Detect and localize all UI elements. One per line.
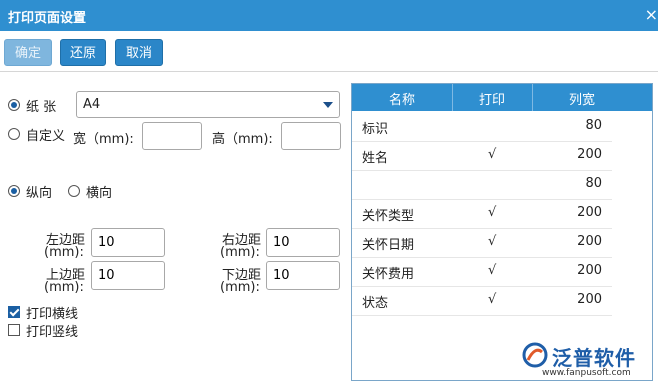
row-print: √ (488, 263, 497, 278)
height-input[interactable] (281, 122, 341, 150)
row-name: 状态 (362, 296, 389, 311)
header-width[interactable]: 列宽 (532, 89, 632, 108)
dialog-title: 打印页面设置 (8, 11, 87, 26)
brand-logo-icon (522, 342, 548, 368)
print-h-lines-checkbox[interactable] (8, 306, 20, 318)
portrait-radio[interactable] (8, 185, 20, 197)
restore-button[interactable]: 还原 (60, 39, 106, 66)
confirm-button[interactable]: 确定 (4, 39, 52, 66)
grid-row[interactable]: 关怀费用 √ 200 (352, 257, 612, 287)
grid-row[interactable]: 关怀日期 √ 200 (352, 228, 612, 258)
portrait-label: 纵向 (26, 186, 53, 201)
row-print: √ (488, 147, 497, 162)
print-v-lines-label: 打印竖线 (26, 325, 79, 340)
custom-size-label: 自定义 (26, 129, 66, 144)
row-name: 标识 (362, 122, 389, 137)
brand-url: www.fanpusoft.com (542, 368, 631, 378)
print-v-lines-checkbox[interactable] (8, 324, 20, 336)
row-print: √ (488, 205, 497, 220)
width-input[interactable] (142, 122, 202, 150)
row-print: √ (488, 234, 497, 249)
row-name: 关怀费用 (362, 267, 415, 282)
grid-header: 名称 打印 列宽 (352, 84, 652, 111)
landscape-radio[interactable] (68, 185, 80, 197)
row-name: 关怀日期 (362, 238, 415, 253)
left-margin-unit: (mm): (44, 245, 84, 260)
row-width: 80 (585, 176, 602, 191)
paper-size-label: 纸 张 (26, 100, 57, 115)
landscape-label: 横向 (86, 186, 113, 201)
paper-size-value: A4 (83, 97, 101, 112)
top-margin-input[interactable] (91, 261, 165, 290)
width-label: 宽（mm): (73, 132, 134, 147)
chevron-down-icon (323, 102, 333, 108)
row-name: 姓名 (362, 151, 389, 166)
row-name: 关怀类型 (362, 209, 415, 224)
grid-row[interactable]: 关怀类型 √ 200 (352, 199, 612, 229)
right-margin-unit: (mm): (220, 245, 260, 260)
row-print: √ (488, 292, 497, 307)
left-margin-input[interactable] (91, 228, 165, 257)
grid-row[interactable]: 80 (352, 170, 612, 200)
paper-size-select[interactable]: A4 (76, 91, 340, 118)
print-h-lines-label: 打印横线 (26, 307, 79, 322)
custom-size-radio[interactable] (8, 128, 20, 140)
row-width: 200 (577, 147, 602, 162)
grid-row[interactable]: 姓名 √ 200 (352, 141, 612, 171)
row-width: 200 (577, 292, 602, 307)
header-name[interactable]: 名称 (352, 89, 452, 108)
dialog-title-bar: 打印页面设置 × (0, 0, 658, 31)
bottom-margin-unit: (mm): (220, 280, 260, 295)
brand-name: 泛普软件 (552, 346, 636, 370)
brand-logo: 泛普软件 www.fanpusoft.com (522, 340, 652, 384)
close-icon[interactable]: × (645, 5, 658, 24)
top-margin-unit: (mm): (44, 280, 84, 295)
row-width: 200 (577, 263, 602, 278)
paper-size-radio[interactable] (8, 99, 20, 111)
grid-row[interactable]: 状态 √ 200 (352, 286, 612, 316)
right-margin-input[interactable] (266, 228, 340, 257)
row-width: 80 (585, 118, 602, 133)
grid-row[interactable]: 标识 80 (352, 112, 612, 142)
cancel-button[interactable]: 取消 (115, 39, 163, 66)
row-width: 200 (577, 234, 602, 249)
toolbar: 确定 还原 取消 (0, 31, 658, 72)
bottom-margin-input[interactable] (266, 261, 340, 290)
columns-grid: 名称 打印 列宽 标识 80 姓名 √ 200 80 关怀类型 √ 200 关怀… (351, 83, 653, 381)
row-width: 200 (577, 205, 602, 220)
header-print[interactable]: 打印 (452, 89, 532, 108)
height-label: 高（mm): (212, 132, 273, 147)
